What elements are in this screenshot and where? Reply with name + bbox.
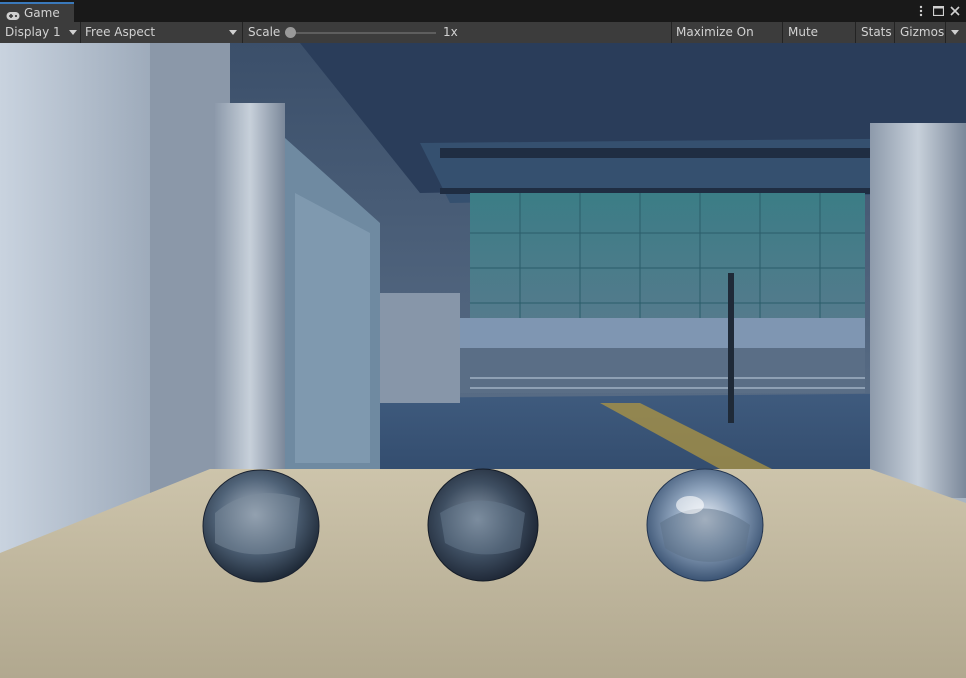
- scale-label: Scale: [248, 25, 281, 39]
- mute-audio-toggle[interactable]: Mute Audio: [783, 22, 855, 60]
- divider: [242, 22, 243, 43]
- tab-game-label: Game: [24, 6, 60, 20]
- chevron-down-icon: [69, 30, 77, 35]
- display-dropdown[interactable]: Display 1: [0, 22, 80, 43]
- tab-bar: Game: [0, 0, 966, 23]
- more-vert-icon[interactable]: [914, 3, 928, 19]
- gizmos-dropdown-label: Gizmos: [900, 25, 945, 39]
- scale-slider-track[interactable]: [290, 32, 436, 34]
- maximize-icon[interactable]: [931, 3, 945, 19]
- sphere-reflective-left[interactable]: [202, 469, 320, 583]
- close-icon[interactable]: [948, 3, 962, 19]
- divider: [945, 22, 946, 43]
- chevron-down-icon: [229, 30, 237, 35]
- scale-slider-handle[interactable]: [284, 27, 296, 38]
- aspect-dropdown[interactable]: Free Aspect: [81, 22, 241, 43]
- sphere-reflective-middle[interactable]: [427, 468, 539, 582]
- aspect-dropdown-label: Free Aspect: [85, 25, 156, 39]
- sphere-reflective-right[interactable]: [646, 468, 764, 582]
- maximize-on-play-toggle[interactable]: Maximize On Play: [672, 22, 782, 60]
- gizmos-dropdown[interactable]: Gizmos: [895, 22, 966, 43]
- game-toolbar: Display 1 Free Aspect Scale 1x Maximize …: [0, 22, 966, 60]
- game-viewport[interactable]: [0, 43, 966, 678]
- chevron-down-icon: [951, 30, 959, 35]
- stats-toggle[interactable]: Stats: [856, 22, 894, 43]
- scale-value: 1x: [443, 25, 458, 39]
- display-dropdown-label: Display 1: [5, 25, 61, 39]
- game-window: Game Display 1 Free Aspect Scale 1x Maxi…: [0, 0, 966, 678]
- tab-game[interactable]: Game: [0, 2, 74, 22]
